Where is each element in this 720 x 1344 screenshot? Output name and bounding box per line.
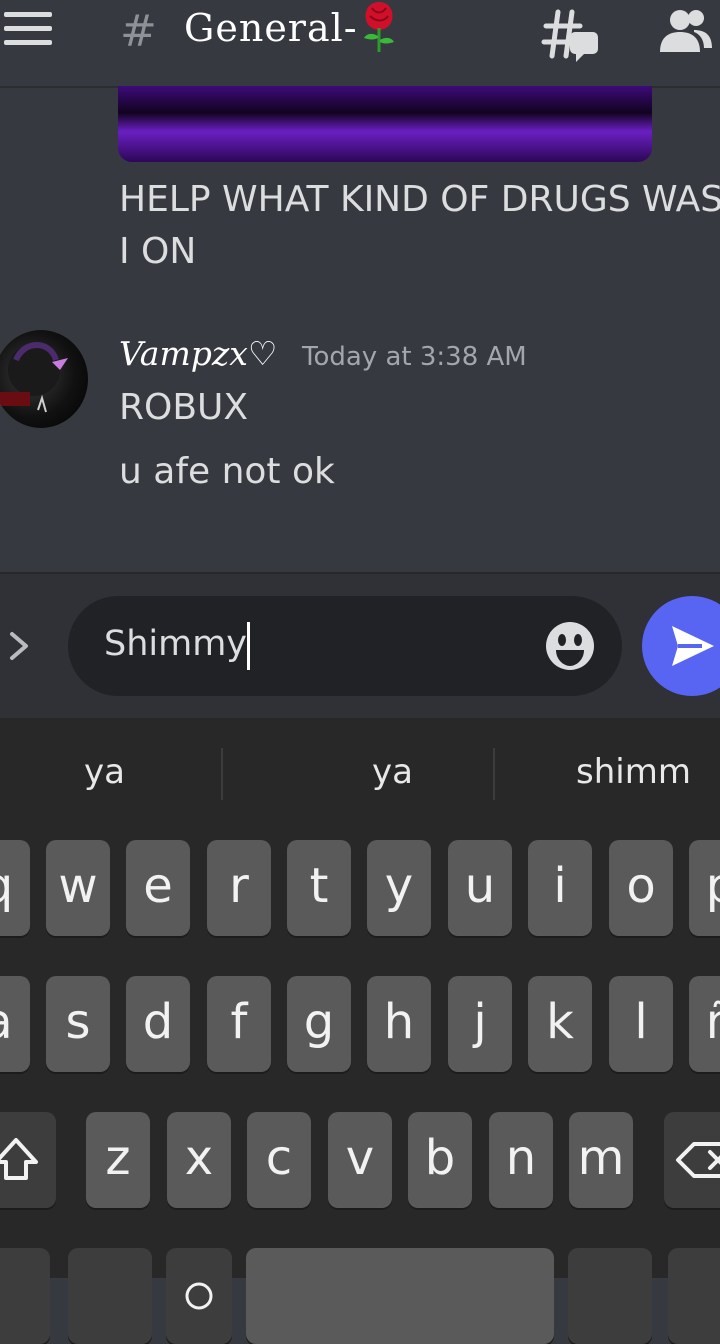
- key-s[interactable]: s: [46, 976, 110, 1072]
- backspace-key[interactable]: [664, 1112, 720, 1208]
- suggestion-3[interactable]: shimm: [576, 752, 691, 792]
- key-h[interactable]: h: [367, 976, 431, 1072]
- key-f[interactable]: f: [207, 976, 271, 1072]
- message-author[interactable]: Vampzx♡: [119, 334, 277, 373]
- message-text: HELP WHAT KIND OF DRUGS WAS: [119, 179, 720, 220]
- menu-icon[interactable]: [4, 12, 52, 48]
- suggestion-divider: [493, 748, 495, 800]
- key-y[interactable]: y: [367, 840, 431, 936]
- key-d[interactable]: d: [126, 976, 190, 1072]
- symbols-key[interactable]: [0, 1248, 50, 1344]
- backspace-icon: [676, 1142, 720, 1178]
- embedded-image[interactable]: [118, 86, 652, 162]
- key-u[interactable]: u: [448, 840, 512, 936]
- key-p[interactable]: p: [689, 840, 720, 936]
- suggestion-1[interactable]: ya: [84, 752, 125, 792]
- suggestion-divider: [221, 748, 223, 800]
- message-text: I ON: [119, 231, 197, 272]
- key-r[interactable]: r: [207, 840, 271, 936]
- message-text: ROBUX: [119, 387, 249, 428]
- channel-title: General-: [184, 6, 358, 50]
- key-w[interactable]: w: [46, 840, 110, 936]
- settings-key[interactable]: [68, 1248, 152, 1344]
- send-button[interactable]: [642, 596, 720, 696]
- message-input-text[interactable]: Shimmy: [104, 624, 247, 664]
- key-e[interactable]: e: [126, 840, 190, 936]
- send-icon: [672, 626, 714, 666]
- key-j[interactable]: j: [448, 976, 512, 1072]
- key-o[interactable]: o: [609, 840, 673, 936]
- shift-icon: [0, 1138, 38, 1180]
- space-key[interactable]: [246, 1248, 554, 1344]
- key-x[interactable]: x: [167, 1112, 231, 1208]
- suggestion-2[interactable]: ya: [372, 752, 413, 792]
- key-v[interactable]: v: [328, 1112, 392, 1208]
- members-icon[interactable]: [658, 8, 714, 54]
- key-k[interactable]: k: [528, 976, 592, 1072]
- globe-icon: [185, 1282, 213, 1310]
- smile-icon[interactable]: [544, 620, 596, 672]
- period-key[interactable]: [568, 1248, 652, 1344]
- shift-key[interactable]: [0, 1112, 56, 1208]
- key-l[interactable]: l: [609, 976, 673, 1072]
- globe-key[interactable]: [166, 1248, 232, 1344]
- key-b[interactable]: b: [408, 1112, 472, 1208]
- key-t[interactable]: t: [287, 840, 351, 936]
- hash-icon: #: [120, 6, 157, 57]
- chevron-right-icon[interactable]: [4, 626, 34, 666]
- channel-header: # General-: [0, 0, 720, 88]
- key-c[interactable]: c: [247, 1112, 311, 1208]
- text-caret: [247, 622, 250, 670]
- key-m[interactable]: m: [569, 1112, 633, 1208]
- key-g[interactable]: g: [287, 976, 351, 1072]
- key-n-tilde[interactable]: ñ: [689, 976, 720, 1072]
- key-i[interactable]: i: [528, 840, 592, 936]
- key-a[interactable]: a: [0, 976, 30, 1072]
- key-z[interactable]: z: [86, 1112, 150, 1208]
- message-timestamp: Today at 3:38 AM: [302, 342, 527, 372]
- rose-icon: [364, 2, 394, 52]
- message-text: u afe not ok: [119, 451, 335, 492]
- key-q[interactable]: q: [0, 840, 30, 936]
- enter-key[interactable]: [668, 1248, 720, 1344]
- threads-icon[interactable]: [540, 6, 600, 62]
- key-n[interactable]: n: [489, 1112, 553, 1208]
- avatar[interactable]: [0, 330, 88, 428]
